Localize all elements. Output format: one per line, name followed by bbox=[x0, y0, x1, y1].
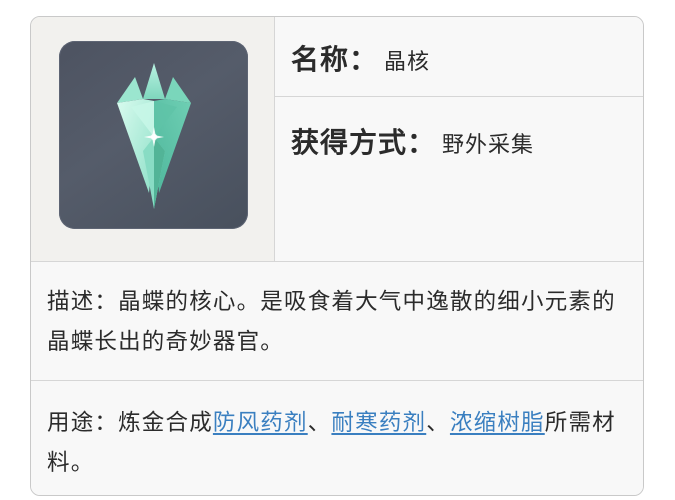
usage-link-frostshield-potion[interactable]: 耐寒药剂 bbox=[331, 410, 426, 436]
item-usage-text: 用途：炼金合成防风药剂、耐寒药剂、浓缩树脂所需材料。 bbox=[47, 403, 619, 483]
item-usage-section: 用途：炼金合成防风药剂、耐寒药剂、浓缩树脂所需材料。 bbox=[31, 381, 643, 495]
item-info-card: 名称： 晶核 获得方式： 野外采集 描述：晶蝶的核心。是吸食着大气中逸散的细小元素的… bbox=[30, 16, 644, 496]
usage-link-condensed-resin[interactable]: 浓缩树脂 bbox=[450, 410, 545, 436]
crystal-core-icon bbox=[59, 41, 248, 229]
item-description-text: 描述：晶蝶的核心。是吸食着大气中逸散的细小元素的晶蝶长出的奇妙器官。 bbox=[47, 289, 616, 355]
usage-separator: 、 bbox=[426, 410, 450, 436]
item-source-row: 获得方式： 野外采集 bbox=[275, 97, 643, 261]
item-name-row: 名称： 晶核 bbox=[275, 17, 643, 97]
item-name-label: 名称： bbox=[291, 43, 379, 76]
item-header: 名称： 晶核 获得方式： 野外采集 bbox=[31, 17, 643, 262]
usage-separator: 、 bbox=[307, 410, 332, 436]
usage-prefix: 用途：炼金合成 bbox=[47, 410, 213, 436]
item-source-value: 野外采集 bbox=[442, 133, 535, 158]
item-description-section: 描述：晶蝶的核心。是吸食着大气中逸散的细小元素的晶蝶长出的奇妙器官。 bbox=[31, 262, 643, 381]
item-name-value: 晶核 bbox=[384, 50, 431, 75]
item-image-cell bbox=[31, 17, 275, 261]
usage-link-windproof-potion[interactable]: 防风药剂 bbox=[213, 410, 308, 436]
item-source-label: 获得方式： bbox=[291, 126, 437, 159]
item-info-panel: 名称： 晶核 获得方式： 野外采集 bbox=[275, 17, 643, 261]
